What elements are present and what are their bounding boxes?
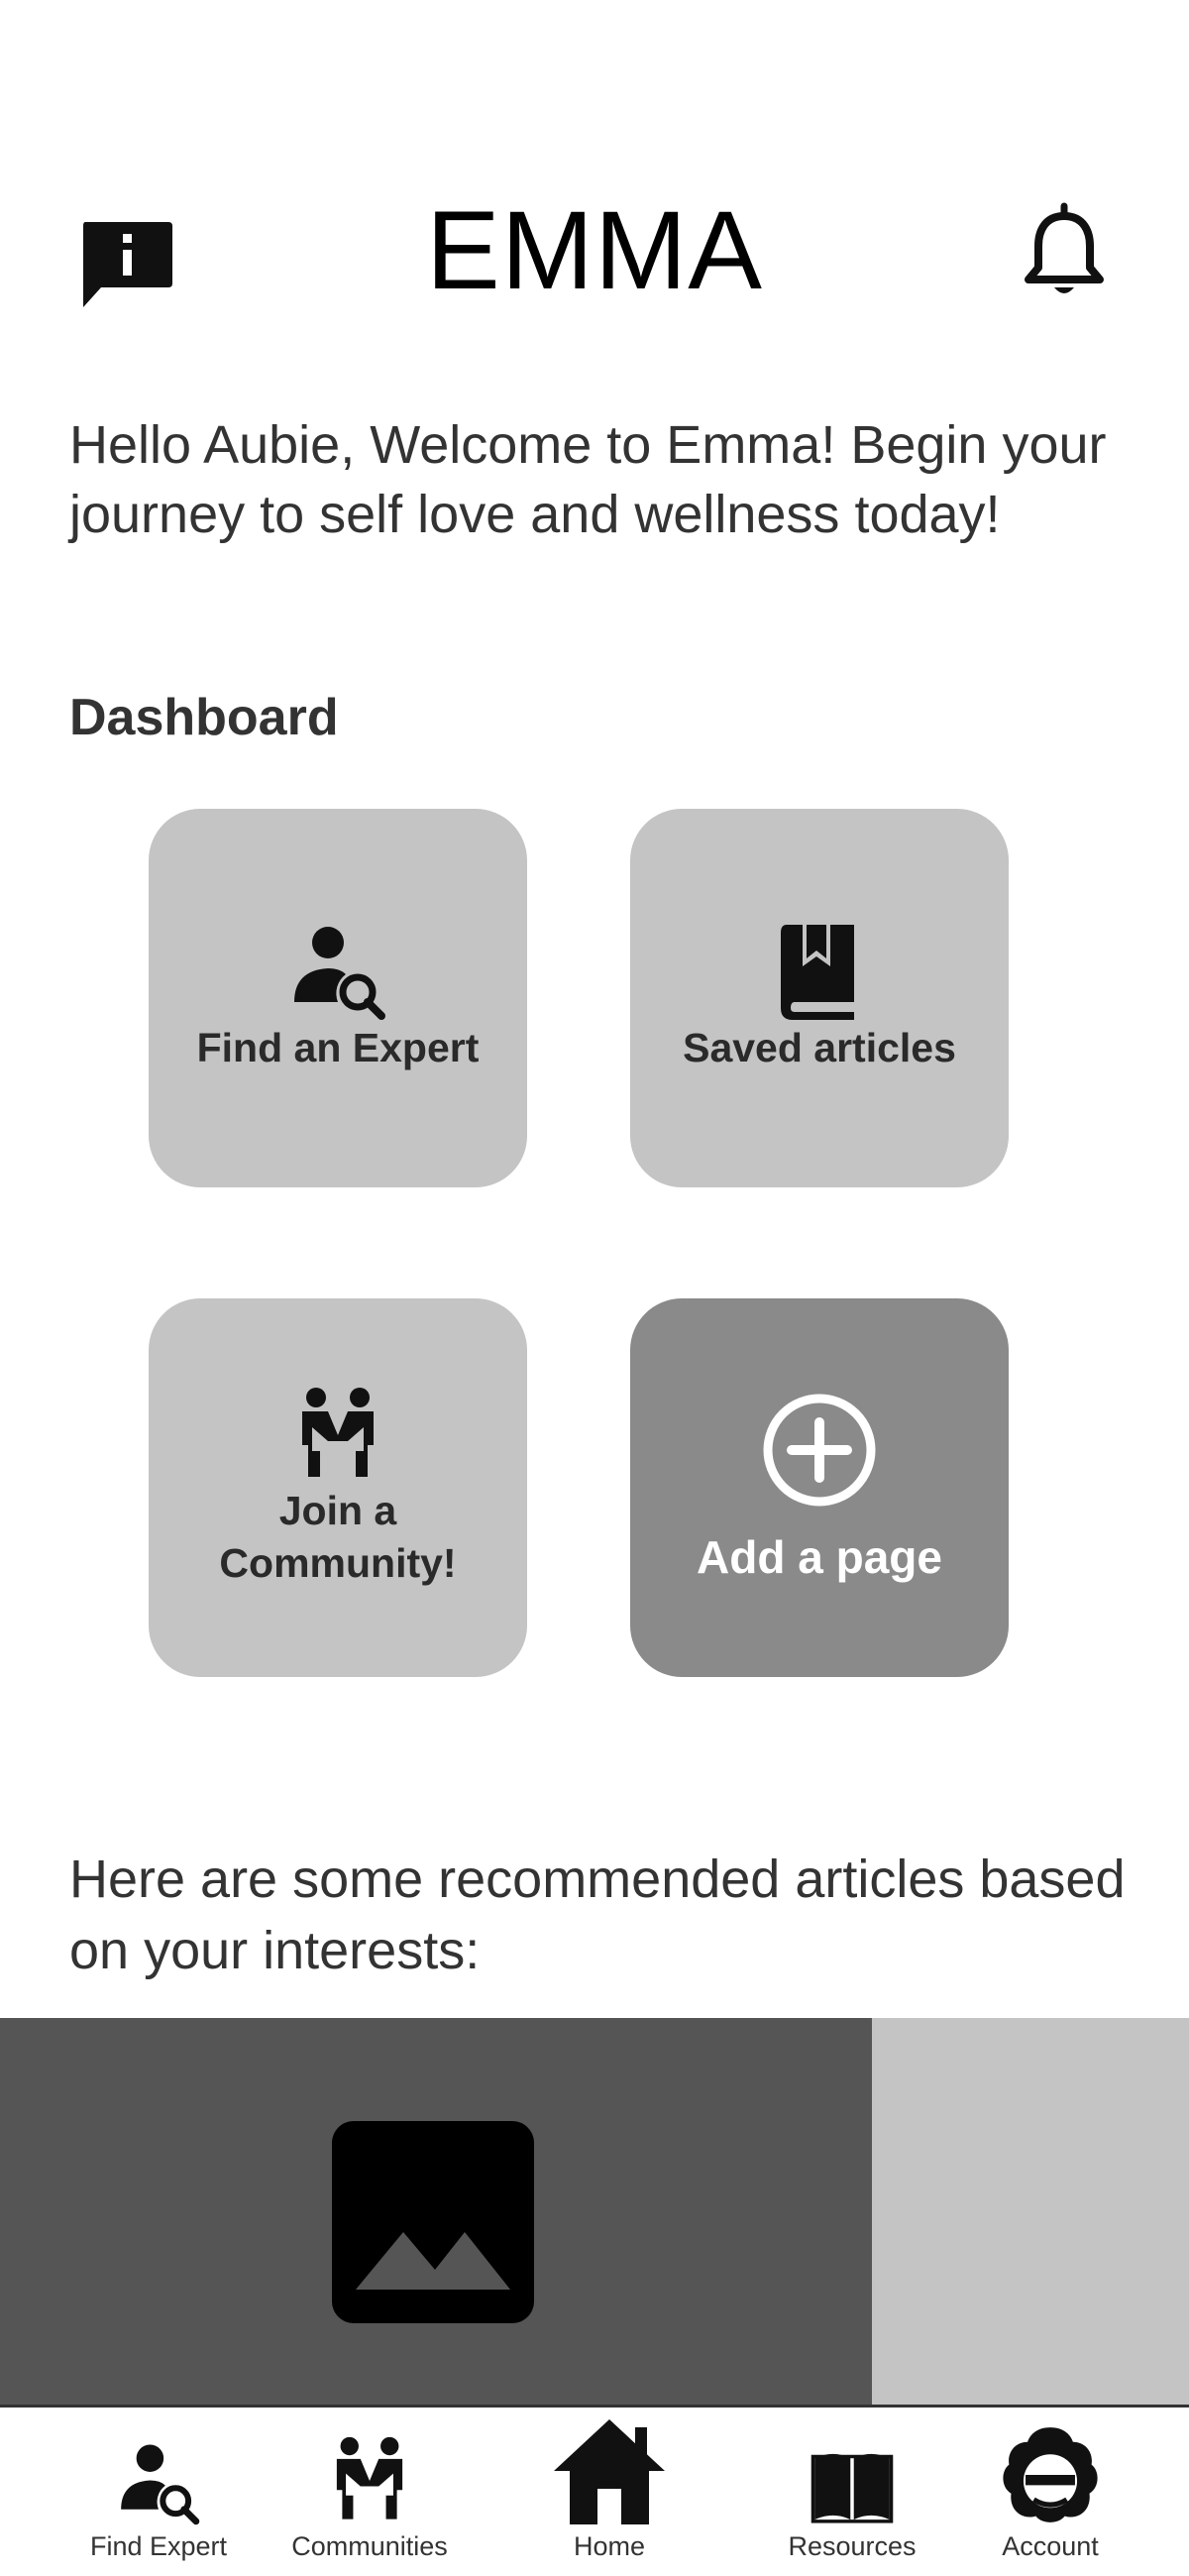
add-page-label: Add a page: [697, 1530, 942, 1583]
dashboard-title: Dashboard: [69, 689, 339, 746]
join-community-tile[interactable]: Join a Community!: [149, 1298, 527, 1677]
nav-find-expert-label: Find Expert: [89, 2531, 228, 2561]
saved-articles-label: Saved articles: [683, 1024, 956, 1070]
nav-communities-label: Communities: [291, 2531, 448, 2561]
find-expert-label: Find an Expert: [196, 1024, 480, 1070]
join-community-label: Join a Community!: [219, 1488, 457, 1586]
bookmark-book-icon: [781, 924, 854, 1020]
image-placeholder-icon: [332, 2121, 534, 2323]
saved-articles-tile[interactable]: Saved articles: [630, 809, 1009, 1187]
article-card-next[interactable]: [872, 2018, 1189, 2405]
add-page-tile[interactable]: Add a page: [630, 1298, 1009, 1677]
nav-find-expert[interactable]: Find Expert: [69, 2408, 248, 2576]
nav-resources[interactable]: Resources: [763, 2408, 941, 2576]
book-icon: [811, 2453, 894, 2523]
welcome-message: Hello Aubie, Welcome to Emma! Begin your…: [69, 415, 1107, 544]
nav-home-label: Home: [573, 2531, 646, 2561]
recommended-heading: Here are some recommended articles based…: [69, 1849, 1126, 1980]
person-search-icon: [121, 2444, 200, 2525]
nav-communities[interactable]: Communities: [275, 2408, 464, 2576]
nav-account-label: Account: [1002, 2531, 1099, 2561]
plus-circle-icon: [763, 1394, 876, 1506]
people-icon: [302, 1388, 374, 1477]
people-icon: [336, 2436, 403, 2520]
account-avatar-icon: [1003, 2427, 1098, 2522]
bottom-nav: Find Expert Communities Home Resources A…: [0, 2405, 1189, 2576]
find-expert-tile[interactable]: Find an Expert: [149, 809, 527, 1187]
bell-icon[interactable]: [1021, 202, 1108, 301]
nav-account[interactable]: Account: [961, 2408, 1139, 2576]
article-card[interactable]: [0, 2018, 872, 2405]
app-title: EMMA: [426, 188, 763, 312]
person-search-icon: [294, 926, 385, 1020]
nav-resources-label: Resources: [788, 2531, 917, 2561]
nav-home[interactable]: Home: [535, 2408, 684, 2576]
home-icon: [554, 2419, 665, 2524]
